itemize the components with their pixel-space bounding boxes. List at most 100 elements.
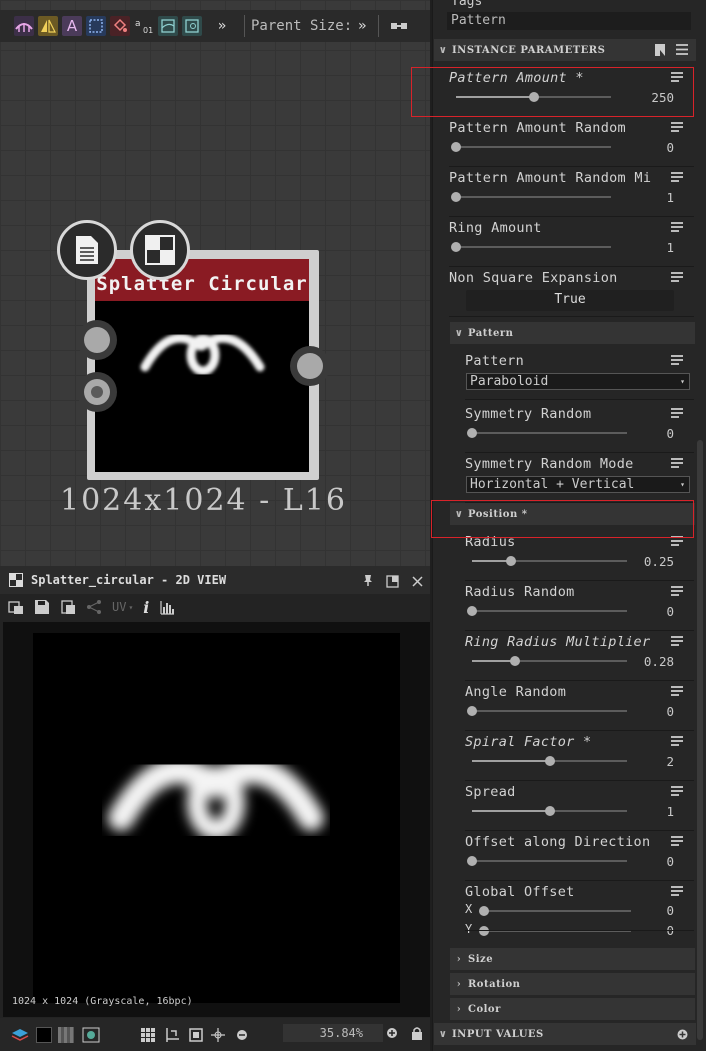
share-icon[interactable] <box>86 599 102 615</box>
node-title[interactable]: Splatter Circular <box>95 259 309 301</box>
tags-field[interactable]: Pattern <box>447 12 691 30</box>
parameter-menu-icon[interactable] <box>671 636 683 646</box>
save-icon[interactable] <box>34 599 50 615</box>
uv-dropdown[interactable]: UV <box>112 600 126 614</box>
section-rotation[interactable]: › Rotation <box>450 973 695 995</box>
zoom-level[interactable]: 35.84% <box>283 1024 383 1042</box>
global-offset-x-value[interactable]: 0 <box>574 903 674 918</box>
slider-handle[interactable] <box>451 242 461 252</box>
slider-handle[interactable] <box>467 606 477 616</box>
frame-icon[interactable] <box>182 16 202 36</box>
parameter-menu-icon[interactable] <box>671 686 683 696</box>
zoom-in-icon[interactable] <box>386 1027 398 1039</box>
background-gray-swatch[interactable] <box>58 1026 74 1043</box>
warp-icon[interactable] <box>158 16 178 36</box>
menu-icon[interactable] <box>676 44 688 55</box>
parameter-menu-icon[interactable] <box>671 458 683 468</box>
param-value-pattern-amount-random[interactable]: 0 <box>574 140 674 155</box>
parameter-menu-icon[interactable] <box>671 586 683 596</box>
zoom-out-icon[interactable] <box>236 1029 248 1041</box>
clipboard-icon[interactable] <box>60 599 76 615</box>
view-image[interactable] <box>33 633 400 1003</box>
slider-handle[interactable] <box>467 428 477 438</box>
param-dropdown-pattern[interactable]: Paraboloid ▾ <box>466 373 690 390</box>
transform-icon[interactable] <box>86 16 106 36</box>
input-port[interactable] <box>77 320 117 360</box>
preset-icon[interactable] <box>654 43 666 57</box>
section-instance-parameters[interactable]: ∨ INSTANCE PARAMETERS <box>434 39 696 61</box>
parameter-menu-icon[interactable] <box>671 122 683 132</box>
color-channel-icon[interactable] <box>82 1027 100 1043</box>
param-label-pattern-amount-random: Pattern Amount Random <box>449 120 626 136</box>
param-value-ring-radius-multiplier[interactable]: 0.28 <box>574 654 674 669</box>
param-value-symmetry-random[interactable]: 0 <box>574 426 674 441</box>
highlight-position-section <box>431 500 694 538</box>
param-value-angle-random[interactable]: 0 <box>574 704 674 719</box>
graph-canvas[interactable]: A a 01 » Parent Size: » Splatter Circular <box>0 0 430 566</box>
fill-icon[interactable] <box>110 16 130 36</box>
lock-icon[interactable] <box>411 1026 423 1040</box>
link-icon[interactable] <box>389 16 409 36</box>
mirror-icon[interactable] <box>38 16 58 36</box>
input-port[interactable] <box>77 372 117 412</box>
row-separator <box>465 780 694 781</box>
float-icon[interactable] <box>386 573 399 592</box>
parameter-menu-icon[interactable] <box>671 222 683 232</box>
parameter-menu-icon[interactable] <box>671 886 683 896</box>
section-input-values[interactable]: ∨ INPUT VALUES <box>434 1023 696 1045</box>
slider-handle[interactable] <box>451 192 461 202</box>
section-color[interactable]: › Color <box>450 998 695 1020</box>
slider-handle[interactable] <box>544 806 555 816</box>
node-preview-button[interactable] <box>130 220 190 280</box>
param-value-ring-amount[interactable]: 1 <box>574 240 674 255</box>
fit-icon[interactable] <box>188 1027 204 1043</box>
more-tools-icon[interactable]: » <box>212 16 232 36</box>
param-value-spiral-factor[interactable]: 2 <box>574 754 674 769</box>
parameter-menu-icon[interactable] <box>671 408 683 418</box>
parameter-menu-icon[interactable] <box>671 786 683 796</box>
dropdown-value: Paraboloid <box>470 374 549 389</box>
parent-size-more-icon[interactable]: » <box>352 16 372 36</box>
section-pattern[interactable]: ∨ Pattern <box>450 322 695 344</box>
param-label-symmetry-random: Symmetry Random <box>465 406 592 422</box>
parameter-menu-icon[interactable] <box>671 836 683 846</box>
parameter-menu-icon[interactable] <box>671 355 683 365</box>
layers-icon[interactable] <box>10 1027 30 1043</box>
slider-handle[interactable] <box>467 856 477 866</box>
text-icon[interactable]: A <box>62 16 82 36</box>
bridge-icon[interactable] <box>14 16 34 36</box>
param-value-offset-along-direction[interactable]: 0 <box>574 854 674 869</box>
param-dropdown-symmetry-random-mode[interactable]: Horizontal + Vertical ▾ <box>466 476 690 493</box>
param-value-radius[interactable]: 0.25 <box>574 554 674 569</box>
non-square-expansion-toggle[interactable]: True <box>466 290 674 311</box>
section-size[interactable]: › Size <box>450 948 695 970</box>
curve-icon[interactable]: a 01 <box>134 16 154 36</box>
slider-handle[interactable] <box>479 906 489 916</box>
slider-handle[interactable] <box>451 142 461 152</box>
slider-handle[interactable] <box>467 706 477 716</box>
slider-handle[interactable] <box>479 926 489 936</box>
node-document-button[interactable] <box>57 220 117 280</box>
svg-text:01: 01 <box>143 26 153 34</box>
parameter-menu-icon[interactable] <box>671 172 683 182</box>
info-icon[interactable]: i <box>143 598 149 617</box>
pin-icon[interactable] <box>361 572 375 591</box>
close-icon[interactable] <box>411 573 424 592</box>
grid-icon[interactable] <box>140 1027 156 1043</box>
parameter-menu-icon[interactable] <box>671 272 683 282</box>
param-value-spread[interactable]: 1 <box>574 804 674 819</box>
pan-icon[interactable] <box>210 1027 226 1043</box>
slider-handle[interactable] <box>505 556 516 566</box>
param-value-pattern-amount-random-min[interactable]: 1 <box>574 190 674 205</box>
tiling-icon[interactable] <box>164 1027 180 1043</box>
node-resolution: 1024x1024 - L16 <box>60 483 347 518</box>
copy-image-icon[interactable] <box>8 599 24 615</box>
parameter-menu-icon[interactable] <box>671 736 683 746</box>
param-value-radius-random[interactable]: 0 <box>574 604 674 619</box>
background-black-swatch[interactable] <box>36 1026 52 1043</box>
slider-handle[interactable] <box>544 756 555 766</box>
output-port[interactable] <box>290 346 330 386</box>
histogram-icon[interactable] <box>159 599 175 615</box>
add-icon[interactable] <box>677 1029 688 1040</box>
scrollbar[interactable] <box>697 440 703 1040</box>
